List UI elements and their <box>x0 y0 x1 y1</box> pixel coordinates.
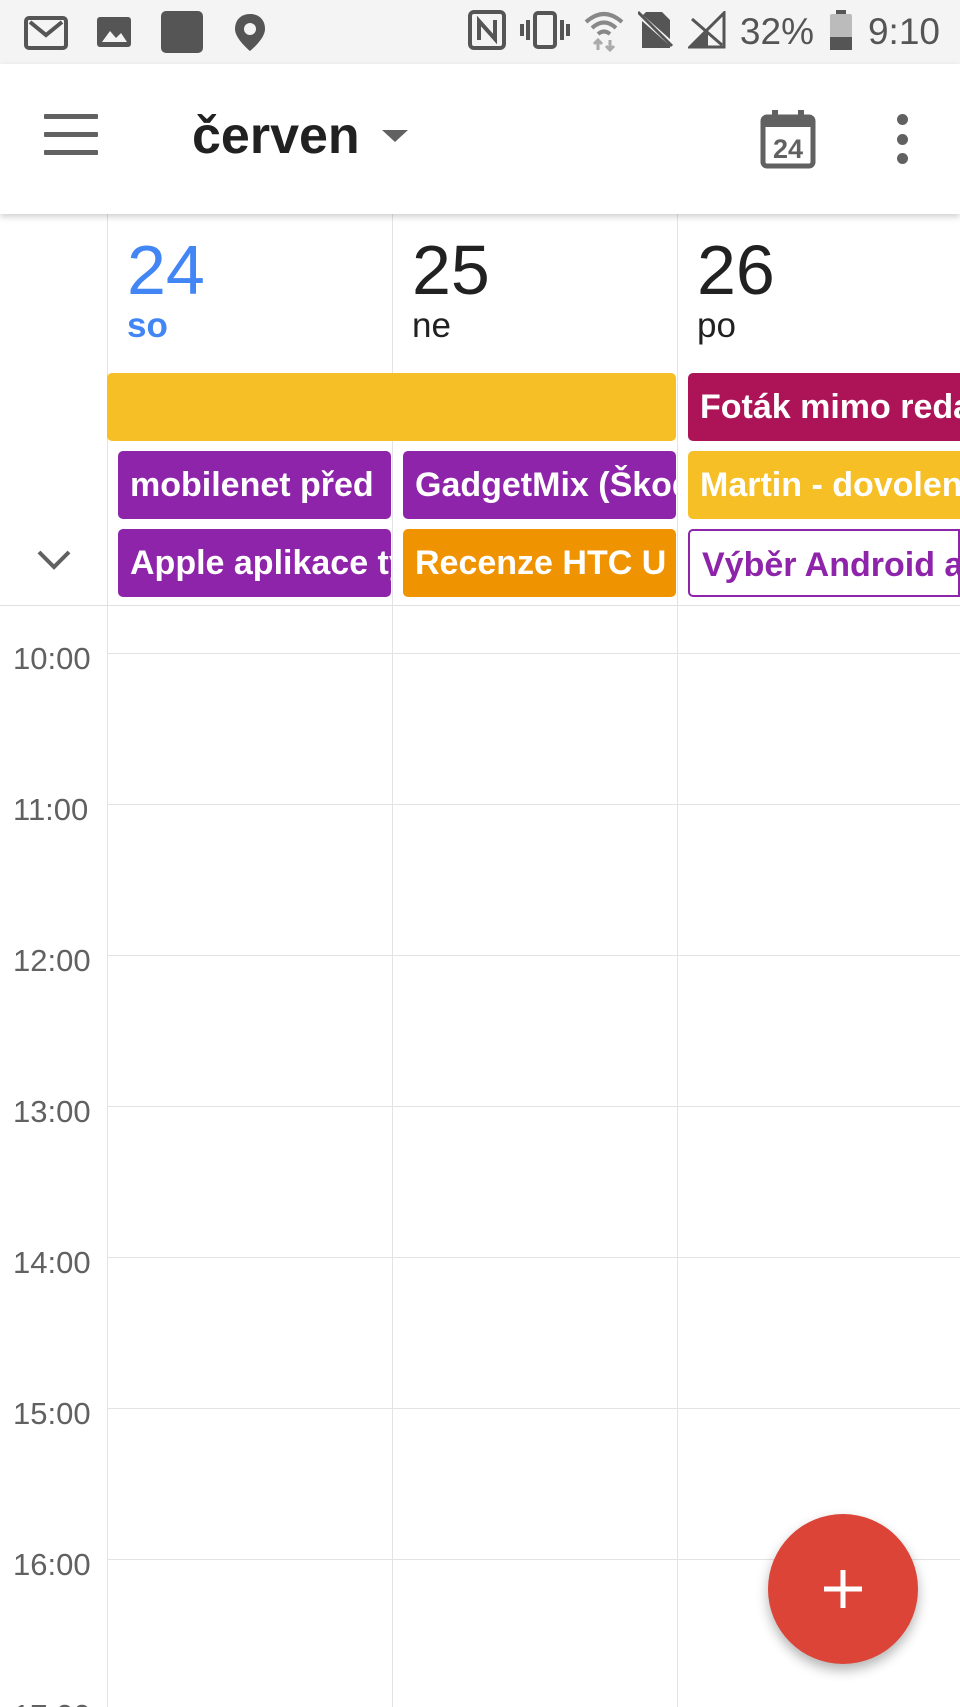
wifi-icon <box>584 8 624 57</box>
hour-line <box>107 1106 960 1107</box>
hour-line <box>107 653 960 654</box>
hour-line <box>107 1408 960 1409</box>
hour-label: 13:00 <box>13 1094 91 1129</box>
no-sim-icon <box>636 10 676 55</box>
hamburger-icon <box>44 114 98 119</box>
hour-label: 16:00 <box>13 1547 91 1582</box>
day-header: 26 po <box>697 232 775 344</box>
location-icon <box>226 10 274 54</box>
day-header: 25 ne <box>412 232 490 344</box>
all-day-event[interactable]: Martin - dovolená <box>688 451 960 519</box>
create-event-button[interactable] <box>768 1514 918 1664</box>
all-day-event[interactable] <box>107 373 676 441</box>
signal-icon <box>686 8 726 54</box>
day-number: 25 <box>412 231 490 309</box>
hour-label: 10:00 <box>13 641 91 676</box>
week-view: 24 so 25 ne 26 po Foták mimo redakci mob… <box>0 214 960 1707</box>
clock: 9:10 <box>867 11 940 52</box>
battery-icon <box>828 9 854 56</box>
day-number: 24 <box>127 231 205 309</box>
status-bar: 32% 9:10 <box>0 0 960 64</box>
all-day-event[interactable]: mobilenet před <box>118 451 391 519</box>
more-vert-icon <box>896 114 908 125</box>
calendar-today-icon: 24 <box>760 110 816 169</box>
all-day-event[interactable]: Výběr Android aplikací <box>688 529 960 597</box>
menu-button[interactable] <box>44 114 98 156</box>
hour-line <box>107 955 960 956</box>
day-name: po <box>697 306 736 345</box>
more-options-button[interactable] <box>882 114 922 164</box>
battery-percent: 32% <box>739 11 814 52</box>
month-title: červen <box>192 107 360 165</box>
hour-line <box>107 1257 960 1258</box>
month-selector[interactable]: červen <box>192 106 408 166</box>
day-number: 26 <box>697 231 775 309</box>
all-day-divider <box>0 605 960 606</box>
all-day-event[interactable]: Apple aplikace týdne <box>118 529 391 597</box>
all-day-event[interactable]: Recenze HTC U <box>403 529 676 597</box>
today-button-day: 24 <box>773 134 803 164</box>
gmail-icon <box>22 10 70 54</box>
chevron-down-icon <box>37 550 71 570</box>
today-button[interactable]: 24 <box>760 109 816 169</box>
day-name: ne <box>412 306 451 345</box>
hour-label: 12:00 <box>13 943 91 978</box>
dropdown-arrow-icon <box>381 130 408 142</box>
plus-icon <box>824 1570 862 1608</box>
app-icon <box>158 10 206 54</box>
expand-all-day-button[interactable] <box>34 544 74 574</box>
hour-line <box>107 804 960 805</box>
hour-label: 11:00 <box>13 792 89 827</box>
gallery-icon <box>90 10 138 54</box>
nfc-icon <box>467 9 506 55</box>
app-bar: červen 24 <box>0 64 960 214</box>
hour-label: 15:00 <box>13 1396 91 1431</box>
hour-label: 14:00 <box>13 1245 91 1280</box>
vibrate-icon <box>519 10 570 55</box>
all-day-event[interactable]: Foták mimo redakci <box>688 373 960 441</box>
day-name: so <box>127 306 168 345</box>
hour-label: 17:00 <box>13 1698 91 1707</box>
day-header: 24 so <box>127 232 205 344</box>
all-day-event[interactable]: GadgetMix (Škoda) <box>403 451 676 519</box>
